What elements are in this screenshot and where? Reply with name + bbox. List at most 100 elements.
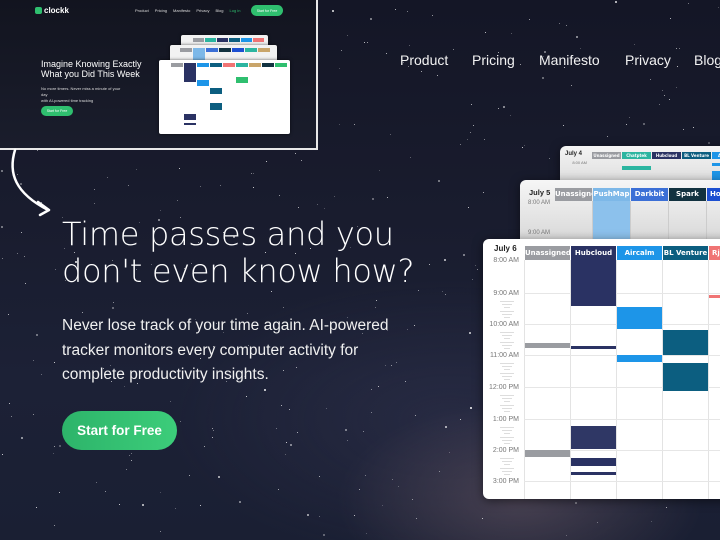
star	[371, 389, 372, 390]
star	[54, 525, 55, 526]
preview-nav-manifesto: Manifesto	[173, 8, 191, 13]
time-tick	[500, 458, 514, 459]
star	[563, 125, 564, 126]
star	[386, 53, 387, 54]
time-tick	[504, 307, 510, 308]
star	[375, 307, 376, 308]
star	[180, 421, 181, 422]
star	[25, 283, 26, 284]
column-header-spark: Spark	[669, 188, 706, 201]
star	[317, 204, 318, 205]
star	[467, 139, 468, 140]
star	[142, 504, 144, 506]
preview-nav-pricing: Pricing	[154, 8, 168, 13]
time-tick	[504, 348, 510, 349]
star	[718, 7, 719, 8]
time-block-rj	[709, 295, 720, 298]
preview-nav-product: Product	[135, 8, 149, 13]
star	[498, 108, 499, 109]
star	[113, 302, 114, 303]
hero-subtitle-line2: tracker monitors every computer activity…	[62, 341, 359, 359]
star	[483, 192, 484, 193]
nav-pricing[interactable]: Pricing	[472, 52, 515, 68]
star	[212, 437, 213, 438]
star	[54, 362, 55, 363]
time-tick	[500, 437, 514, 438]
column-header-hubcloud: Hubcloud	[652, 152, 681, 159]
star	[559, 23, 560, 24]
nav-manifesto[interactable]: Manifesto	[539, 52, 600, 68]
star	[160, 492, 161, 493]
column-header-bl-venture: BL Venture	[663, 246, 708, 260]
time-block-hubcloud	[571, 346, 616, 349]
star	[41, 374, 42, 375]
calendar-card-july6: July 6 8:00 AM 9:00 AM 10:00 AM 11:00 AM…	[483, 239, 720, 499]
star	[290, 444, 292, 446]
nav-blog[interactable]: Blog	[694, 52, 720, 68]
star	[683, 129, 684, 130]
star	[160, 531, 161, 532]
time-label: 12:00 PM	[489, 384, 519, 391]
star	[354, 515, 355, 516]
start-for-free-button[interactable]: Start for Free	[62, 411, 177, 450]
column-header-unassigned: Unassigned	[555, 188, 592, 201]
preview-nav: Product Pricing Manifesto Privacy Blog L…	[135, 8, 240, 13]
star	[576, 36, 578, 38]
time-tick	[502, 408, 512, 409]
star	[339, 124, 340, 125]
nav-product[interactable]: Product	[400, 52, 448, 68]
time-label: 1:00 PM	[492, 416, 519, 423]
star	[666, 507, 667, 508]
star	[693, 127, 694, 128]
time-tick	[500, 311, 514, 312]
star	[429, 264, 430, 265]
star	[418, 290, 419, 291]
time-block-unassigned	[525, 343, 570, 348]
star	[409, 45, 410, 46]
time-block-aircalm	[617, 355, 662, 362]
time-label: 8:00 AM	[572, 160, 587, 165]
time-block-hubcloud	[571, 426, 616, 449]
star	[175, 508, 176, 509]
star	[36, 334, 38, 336]
hero-subtitle: Never lose track of your time again. AI-…	[62, 314, 442, 388]
time-block-hubcloud	[571, 472, 616, 475]
preview-subtext-line1: No more timers. Never miss a minute of y…	[41, 86, 121, 97]
star	[136, 169, 137, 170]
star	[708, 142, 710, 144]
hero-title: Time passes and you don't even know how?	[62, 216, 415, 290]
star	[366, 533, 367, 534]
star	[472, 279, 473, 280]
column-header-pushmap: PushMap	[593, 188, 630, 201]
star	[33, 414, 34, 415]
star	[597, 522, 598, 523]
time-tick	[504, 433, 510, 434]
star	[688, 3, 689, 4]
curved-arrow-icon	[11, 148, 51, 217]
time-tick	[500, 468, 514, 469]
star	[285, 454, 286, 455]
star	[21, 232, 22, 233]
time-tick	[504, 411, 510, 412]
time-label: 11:00 AM	[489, 352, 519, 359]
column-header-hubcloud: Hubcloud	[571, 246, 616, 260]
star	[298, 207, 299, 208]
time-tick	[504, 338, 510, 339]
star	[105, 491, 106, 492]
star	[626, 124, 627, 125]
star	[354, 124, 355, 125]
star	[379, 170, 380, 171]
time-tick	[502, 440, 512, 441]
star	[482, 518, 483, 519]
time-tick	[504, 317, 510, 318]
star	[580, 48, 581, 49]
star	[676, 48, 677, 49]
star	[659, 104, 660, 105]
nav-privacy[interactable]: Privacy	[625, 52, 671, 68]
star	[445, 294, 446, 295]
star	[301, 160, 302, 161]
time-tick	[504, 443, 510, 444]
star	[11, 416, 12, 417]
star	[17, 253, 18, 254]
star	[54, 446, 55, 447]
